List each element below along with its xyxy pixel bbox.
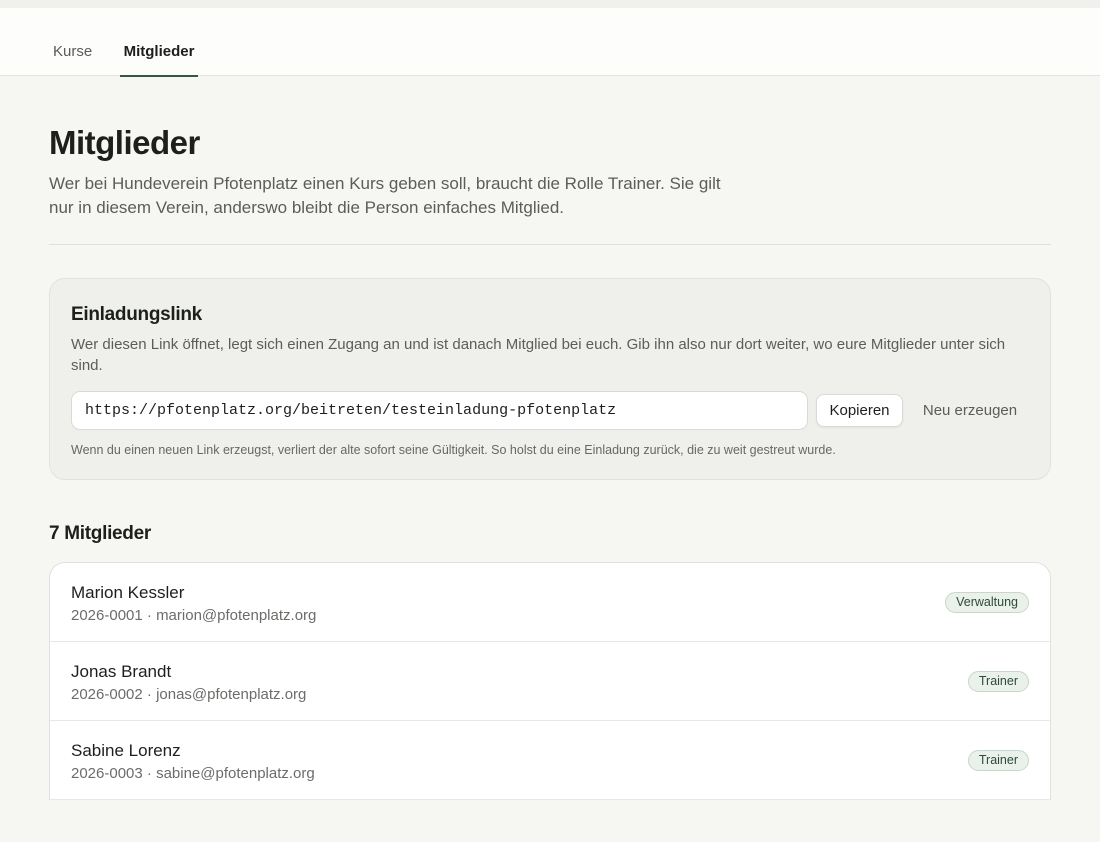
tab-bar: Kurse Mitglieder	[0, 8, 1100, 77]
tab-mitglieder[interactable]: Mitglieder	[120, 8, 198, 77]
invite-link-input[interactable]	[71, 391, 808, 430]
role-badge: Trainer	[967, 671, 1029, 692]
member-meta: 2026-0002 · jonas@pfotenplatz.org	[71, 686, 307, 703]
member-name: Sabine Lorenz	[71, 741, 181, 760]
tab-kurse[interactable]: Kurse	[53, 8, 92, 76]
member-name: Jonas Brandt	[71, 662, 172, 681]
role-badge: Trainer	[967, 750, 1029, 771]
regenerate-link-button[interactable]: Neu erzeugen	[912, 394, 1028, 427]
members-list: Marion Kessler 2026-0001 · marion@pfoten…	[49, 562, 1051, 800]
member-meta: 2026-0003 · sabine@pfotenplatz.org	[71, 765, 315, 782]
page-description: Wer bei Hundeverein Pfotenplatz einen Ku…	[49, 174, 721, 217]
member-name: Marion Kessler	[71, 583, 185, 602]
member-row[interactable]: Jonas Brandt 2026-0002 · jonas@pfotenpla…	[50, 642, 1050, 721]
member-meta: 2026-0001 · marion@pfotenplatz.org	[71, 607, 317, 624]
top-strip	[0, 0, 1100, 8]
invite-card: Einladungslink Wer diesen Link öffnet, l…	[49, 278, 1051, 480]
member-row[interactable]: Marion Kessler 2026-0001 · marion@pfoten…	[50, 563, 1050, 642]
member-row[interactable]: Sabine Lorenz 2026-0003 · sabine@pfotenp…	[50, 721, 1050, 800]
invite-title: Einladungslink	[71, 304, 202, 325]
invite-note: Wenn du einen neuen Link erzeugst, verli…	[71, 443, 836, 457]
divider	[49, 244, 1051, 245]
members-count-heading: 7 Mitglieder	[49, 523, 151, 544]
role-badge: Verwaltung	[945, 592, 1029, 613]
invite-description: Wer diesen Link öffnet, legt sich einen …	[71, 336, 1006, 374]
page-title: Mitglieder	[49, 124, 200, 161]
copy-button[interactable]: Kopieren	[816, 394, 903, 427]
